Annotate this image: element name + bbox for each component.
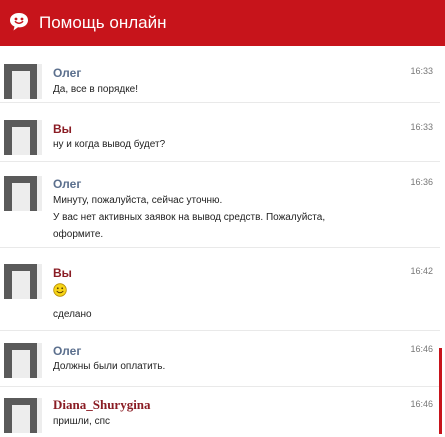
message-text-line: оформите. [53,229,104,240]
avatar [4,120,42,155]
chat-message: Олег 16:46 Должны были оплатить. [0,335,440,387]
message-author: Олег [53,66,82,80]
chat-message: Diana_Shurygina 16:46 пришли, спс [0,390,440,437]
avatar [4,176,42,211]
message-text-line: Минуту, пожалуйста, сейчас уточню. [53,195,223,206]
chat-message: Олег 16:33 Да, все в порядке! [0,56,440,103]
chat-messages-list[interactable]: Олег 16:33 Да, все в порядке! Вы 16:33 н… [0,46,445,437]
message-text: пришли, спс [53,416,110,427]
message-text: ну и когда вывод будет? [53,139,166,150]
avatar [4,64,42,99]
message-time: 16:42 [410,266,433,276]
message-time: 16:46 [410,344,433,354]
message-time: 16:33 [410,66,433,76]
message-author: Вы [53,122,72,136]
chat-bubble-icon [10,13,28,31]
message-text: Да, все в порядке! [53,84,139,95]
message-time: 16:36 [410,177,433,187]
message-text: сделано [53,309,92,320]
message-time: 16:46 [410,399,433,409]
message-author: Олег [53,344,82,358]
message-text: Должны были оплатить. [53,361,166,372]
chat-header: Помощь онлайн [0,0,445,46]
scrollbar-thumb[interactable] [439,348,442,434]
avatar [4,398,42,433]
avatar [4,343,42,378]
message-time: 16:33 [410,122,433,132]
avatar [4,264,42,299]
chat-message: Вы 16:33 ну и когда вывод будет? [0,112,440,162]
chat-message: Олег 16:36 Минуту, пожалуйста, сейчас ут… [0,168,440,248]
message-author: Олег [53,177,82,191]
header-title: Помощь онлайн [39,13,167,32]
smile-emoji-icon [53,283,67,297]
message-author: Diana_Shurygina [53,397,151,412]
message-author: Вы [53,266,72,280]
chat-message: Вы 16:42 сделано [0,256,440,331]
message-text-line: У вас нет активных заявок на вывод средс… [53,212,326,223]
